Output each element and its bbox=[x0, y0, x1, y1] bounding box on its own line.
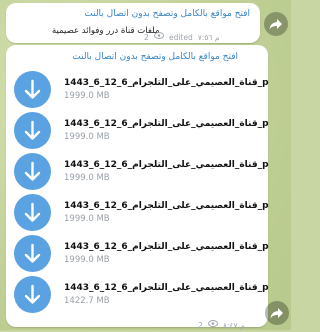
file-row[interactable]: 1443_6_12_6_قناة_العصيمي_على_التلجرام_pa… bbox=[6, 233, 271, 277]
file-row[interactable]: 1443_6_12_6_قناة_العصيمي_على_التلجرام_pa… bbox=[6, 110, 271, 154]
download-button[interactable] bbox=[14, 194, 51, 231]
message-meta: 2 edited م ٧:٥٦ bbox=[144, 25, 220, 44]
download-icon bbox=[24, 284, 41, 304]
share-button-top[interactable] bbox=[264, 12, 288, 36]
files-meta: 2 م ٨:٤٧ bbox=[198, 313, 245, 332]
file-size: 1999.0 MB bbox=[64, 132, 110, 142]
download-icon bbox=[24, 161, 41, 181]
file-row[interactable]: 1443_6_12_6_قناة_العصيمي_على_التلجرام_pa… bbox=[6, 192, 271, 236]
file-name: 1443_6_12_6_قناة_العصيمي_على_التلجرام_pa… bbox=[64, 119, 269, 129]
download-button[interactable] bbox=[14, 153, 51, 190]
download-button[interactable] bbox=[14, 112, 51, 149]
message-bubble-files[interactable]: افتح مواقع بالكامل وتصفح بدون اتصال بالن… bbox=[6, 45, 271, 330]
file-size: 1422.7 MB bbox=[64, 296, 110, 306]
share-button-files[interactable] bbox=[265, 301, 289, 325]
file-name: 1443_6_12_6_قناة_العصيمي_على_التلجرام_pa… bbox=[64, 242, 269, 252]
file-size: 1999.0 MB bbox=[64, 91, 110, 101]
message-bubble-top[interactable]: افتح مواقع بالكامل وتصفح بدون اتصال بالن… bbox=[6, 3, 260, 43]
views-count: 2 bbox=[198, 321, 203, 330]
files-header-link[interactable]: افتح مواقع بالكامل وتصفح بدون اتصال بالن… bbox=[72, 51, 238, 63]
download-icon bbox=[24, 120, 41, 140]
download-icon bbox=[24, 202, 41, 222]
download-icon bbox=[24, 243, 41, 263]
share-icon bbox=[269, 19, 282, 30]
download-button[interactable] bbox=[14, 276, 51, 313]
eye-icon bbox=[153, 32, 164, 39]
file-name: 1443_6_12_6_قناة_العصيمي_على_التلجرام_pa… bbox=[64, 201, 269, 211]
file-size: 1999.0 MB bbox=[64, 214, 110, 224]
download-icon bbox=[24, 79, 41, 99]
file-name: 1443_6_12_6_قناة_العصيمي_على_التلجرام_pa… bbox=[64, 160, 269, 170]
file-size: 1999.0 MB bbox=[64, 255, 110, 265]
eye-icon bbox=[207, 320, 218, 327]
file-row[interactable]: 1443_6_12_6_قناة_العصيمي_على_التلجرام_pa… bbox=[6, 274, 271, 318]
share-icon bbox=[270, 308, 283, 319]
file-name: 1443_6_12_6_قناة_العصيمي_على_التلجرام_pa… bbox=[64, 283, 269, 293]
file-name: 1443_6_12_6_قناة_العصيمي_على_التلجرام_pa… bbox=[64, 78, 269, 88]
download-button[interactable] bbox=[14, 71, 51, 108]
message-time: م ٨:٤٧ bbox=[222, 321, 245, 330]
file-list: 1443_6_12_6_قناة_العصيمي_على_التلجرام_pa… bbox=[6, 69, 271, 319]
message-time: م ٧:٥٦ bbox=[197, 33, 220, 42]
file-row[interactable]: 1443_6_12_6_قناة_العصيمي_على_التلجرام_pa… bbox=[6, 69, 271, 113]
views-count: 2 bbox=[144, 33, 149, 42]
message-link[interactable]: افتح مواقع بالكامل وتصفح بدون اتصال بالن… bbox=[84, 8, 250, 20]
file-size: 1999.0 MB bbox=[64, 173, 110, 183]
edited-label: edited bbox=[168, 33, 193, 42]
file-row[interactable]: 1443_6_12_6_قناة_العصيمي_على_التلجرام_pa… bbox=[6, 151, 271, 195]
download-button[interactable] bbox=[14, 235, 51, 272]
